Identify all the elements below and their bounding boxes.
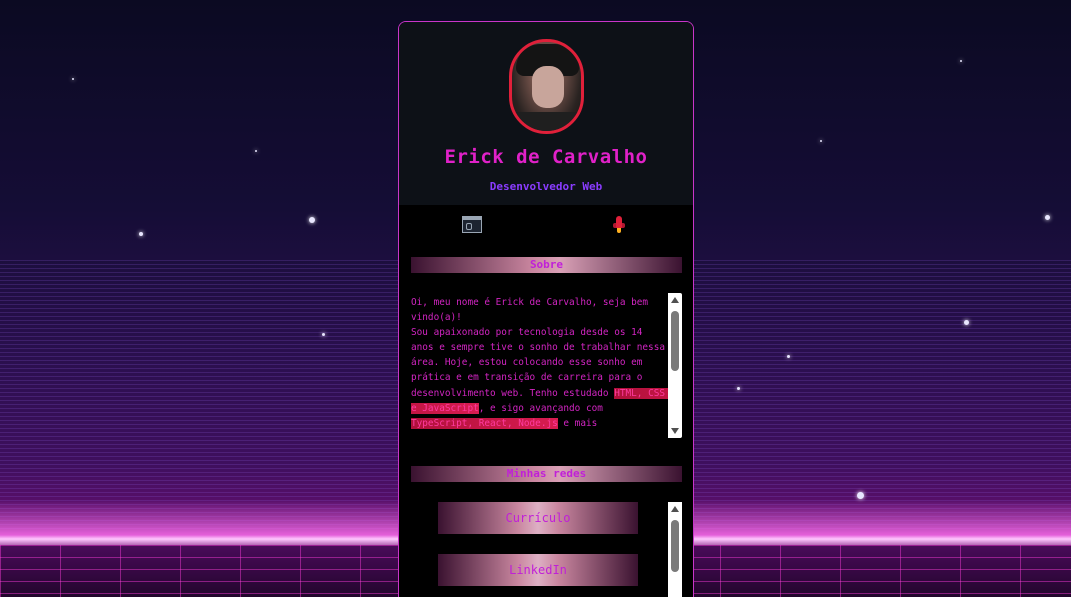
networks-scrollbar[interactable] — [668, 502, 682, 597]
about-text-part: , e sigo avançando com — [478, 402, 609, 414]
scroll-up-arrow[interactable] — [671, 506, 679, 512]
star — [787, 355, 790, 358]
profile-card: Erick de Carvalho Desenvolvedor Web Sobr… — [398, 21, 694, 597]
scroll-thumb[interactable] — [671, 520, 679, 572]
star — [820, 140, 822, 142]
about-highlight-stack: TypeScript, React, Node.js — [411, 417, 558, 429]
star — [737, 387, 740, 390]
profile-name: Erick de Carvalho — [444, 146, 648, 168]
networks-list[interactable]: Currículo LinkedIn — [411, 502, 682, 597]
about-text-box[interactable]: Oi, meu nome é Erick de Carvalho, seja b… — [411, 293, 682, 438]
icon-toolbar — [399, 205, 693, 241]
star — [964, 320, 969, 325]
star — [1045, 215, 1050, 220]
avatar-shirt — [512, 112, 581, 131]
star — [255, 150, 257, 152]
about-scrollbar[interactable] — [668, 293, 682, 438]
star — [309, 217, 315, 223]
star — [139, 232, 143, 236]
profile-role: Desenvolvedor Web — [489, 180, 603, 193]
scroll-up-arrow[interactable] — [671, 297, 679, 303]
about-text-part: Oi, meu nome é Erick de Carvalho, seja b… — [411, 297, 665, 399]
star — [960, 60, 962, 62]
star — [72, 78, 74, 80]
rocket-body — [616, 216, 622, 228]
star — [857, 492, 864, 499]
star — [322, 333, 325, 336]
profile-header: Erick de Carvalho Desenvolvedor Web — [399, 22, 693, 205]
curriculo-link-button[interactable]: Currículo — [438, 502, 638, 534]
scroll-thumb[interactable] — [671, 311, 679, 371]
terminal-icon[interactable] — [462, 216, 482, 233]
avatar — [509, 39, 584, 134]
about-section-title: Sobre — [411, 257, 682, 273]
rocket-icon[interactable] — [613, 215, 625, 235]
about-text: Oi, meu nome é Erick de Carvalho, seja b… — [411, 293, 671, 431]
rocket-flame — [617, 228, 621, 233]
about-text-part: e mais — [557, 417, 598, 429]
scroll-down-arrow[interactable] — [671, 428, 679, 434]
networks-section-title: Minhas redes — [411, 466, 682, 482]
linkedin-link-button[interactable]: LinkedIn — [438, 554, 638, 586]
avatar-face — [532, 66, 564, 108]
